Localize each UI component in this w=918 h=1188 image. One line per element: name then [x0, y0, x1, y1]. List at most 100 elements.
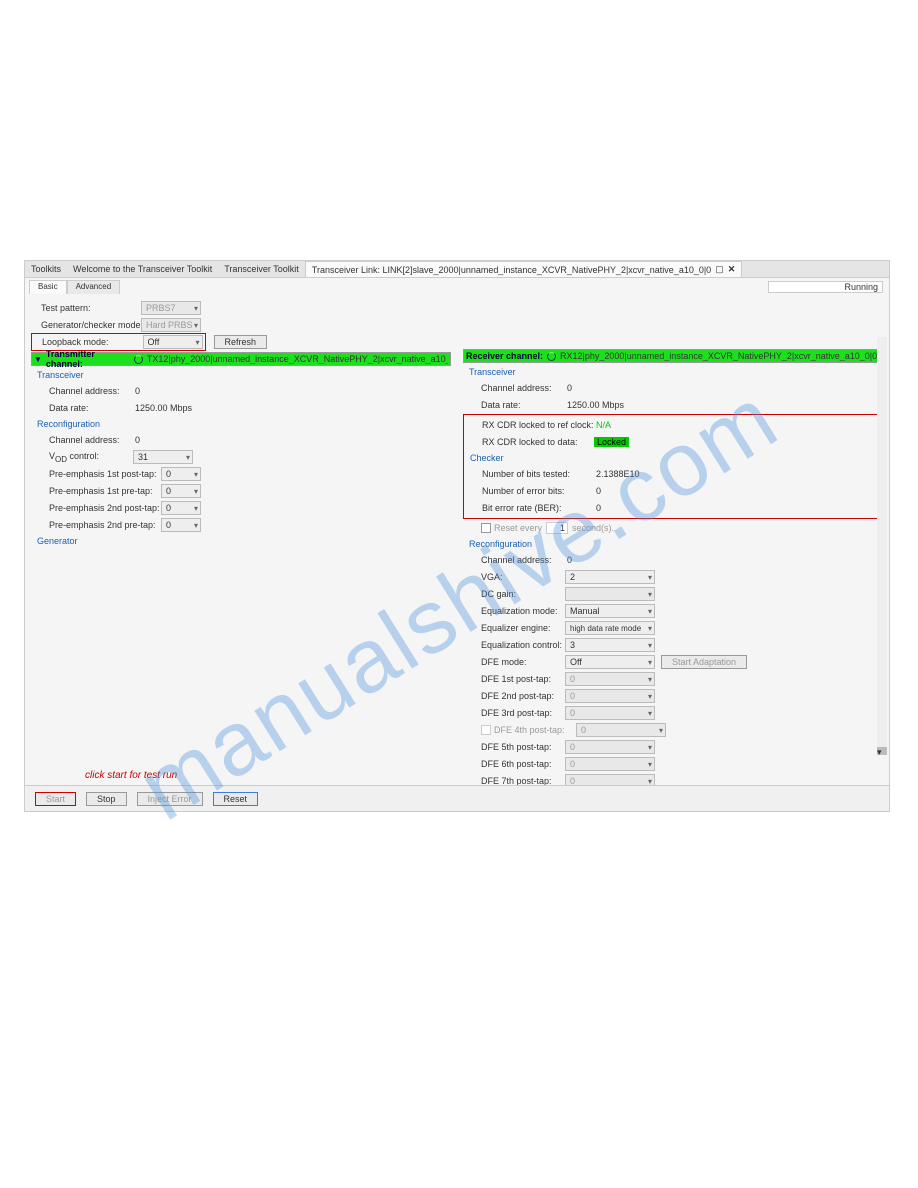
vod-select[interactable]: 31	[133, 450, 193, 464]
pre1p-select[interactable]: 0	[161, 467, 201, 481]
subtab-advanced[interactable]: Advanced	[67, 280, 121, 294]
bottom-toolbar: Start Stop Inject Error Reset	[25, 785, 889, 811]
rx-ch-addr-value: 0	[565, 383, 572, 393]
dfe3-select: 0	[565, 706, 655, 720]
rx-header-label: Receiver channel:	[466, 351, 543, 361]
eqctrl-label: Equalization control:	[463, 640, 565, 650]
dfe1-label: DFE 1st post-tap:	[463, 674, 565, 684]
collapse-icon[interactable]: ▼	[34, 355, 42, 364]
dfe4-label: DFE 4th post-tap:	[494, 725, 576, 735]
reset-every-unit: second(s).	[572, 523, 614, 533]
eqeng-label: Equalizer engine:	[463, 623, 565, 633]
err-bits-value: 0	[594, 486, 601, 496]
sub-tab-row: Basic Advanced	[29, 280, 885, 294]
eqeng-select[interactable]: high data rate mode	[565, 621, 655, 635]
dfe6-label: DFE 6th post-tap:	[463, 759, 565, 769]
cdr-data-label: RX CDR locked to data:	[464, 437, 594, 447]
loopback-mode-select[interactable]: Off	[143, 335, 203, 349]
transmitter-channel-header[interactable]: ▼ Transmitter channel: TX12|phy_2000|unn…	[31, 352, 451, 366]
rx-data-rate-label: Data rate:	[463, 400, 565, 410]
tx-ch-addr-value: 0	[133, 386, 140, 396]
tx-data-rate-value: 1250.00 Mbps	[133, 403, 192, 413]
cdr-data-value: Locked	[594, 437, 629, 447]
generator-mode-select: Hard PRBS	[141, 318, 201, 332]
pre2-select[interactable]: 0	[161, 518, 201, 532]
scrollbar-thumb[interactable]: ▾	[877, 747, 887, 755]
rx-reconfig-section: Reconfiguration	[463, 537, 883, 551]
dfe4-select: 0	[576, 723, 666, 737]
rx-data-rate-value: 1250.00 Mbps	[565, 400, 624, 410]
dfe3-label: DFE 3rd post-tap:	[463, 708, 565, 718]
ber-value: 0	[594, 503, 601, 513]
cdr-ref-label: RX CDR locked to ref clock:	[464, 420, 594, 430]
tx-ch-addr-label: Channel address:	[31, 386, 133, 396]
pre2p-select[interactable]: 0	[161, 501, 201, 515]
dfe5-select: 0	[565, 740, 655, 754]
tx-transceiver-section: Transceiver	[31, 368, 451, 382]
dfe5-label: DFE 5th post-tap:	[463, 742, 565, 752]
dfemode-label: DFE mode:	[463, 657, 565, 667]
tab-detach-icon[interactable]: ▢	[715, 264, 724, 275]
transceiver-toolkit-window: Toolkits Welcome to the Transceiver Tool…	[24, 260, 890, 812]
tx-generator-section: Generator	[31, 534, 451, 548]
start-button[interactable]: Start	[35, 792, 76, 806]
reset-every-input[interactable]: 1	[546, 522, 568, 534]
reset-every-checkbox[interactable]	[481, 523, 491, 533]
eqmode-select[interactable]: Manual	[565, 604, 655, 618]
tx-header-label: Transmitter channel:	[46, 349, 130, 369]
tab-transceiver-link[interactable]: Transceiver Link: LINK[2]slave_2000|unna…	[305, 261, 742, 277]
dfe4-checkbox	[481, 725, 491, 735]
content-area: Test pattern: PRBS7 Generator/checker mo…	[25, 299, 889, 783]
start-adaptation-button: Start Adaptation	[661, 655, 747, 669]
vga-select[interactable]: 2	[565, 570, 655, 584]
pre1-select[interactable]: 0	[161, 484, 201, 498]
annotation-text: click start for test run	[85, 770, 177, 781]
subtab-basic[interactable]: Basic	[29, 280, 67, 294]
scrollbar[interactable]: ▾	[877, 337, 887, 755]
right-column: Receiver channel: RX12|phy_2000|unnamed_…	[457, 299, 889, 783]
stop-button[interactable]: Stop	[86, 792, 127, 806]
dcgain-label: DC gain:	[463, 589, 565, 599]
test-pattern-select: PRBS7	[141, 301, 201, 315]
tx-reconfig-section: Reconfiguration	[31, 417, 451, 431]
loopback-mode-label: Loopback mode:	[42, 337, 140, 347]
tx-rc-ch-addr-value: 0	[133, 435, 140, 445]
rx-checker-section: Checker	[464, 451, 882, 465]
rx-ch-addr-label: Channel address:	[463, 383, 565, 393]
left-column: Test pattern: PRBS7 Generator/checker mo…	[25, 299, 457, 783]
refresh-button[interactable]: Refresh	[214, 335, 268, 349]
receiver-channel-header[interactable]: Receiver channel: RX12|phy_2000|unnamed_…	[463, 349, 883, 363]
pre2p-label: Pre-emphasis 2nd post-tap:	[31, 503, 161, 513]
reset-button[interactable]: Reset	[213, 792, 259, 806]
dfe6-select: 0	[565, 757, 655, 771]
reset-every-label: Reset every	[494, 523, 542, 533]
inject-error-button: Inject Error	[137, 792, 203, 806]
eqctrl-select[interactable]: 3	[565, 638, 655, 652]
status-spinner-icon	[547, 352, 556, 361]
dcgain-select	[565, 587, 655, 601]
dfe1-select: 0	[565, 672, 655, 686]
err-bits-label: Number of error bits:	[464, 486, 594, 496]
vga-label: VGA:	[463, 572, 565, 582]
tab-toolkits[interactable]: Toolkits	[25, 261, 67, 277]
tab-transceiver-toolkit[interactable]: Transceiver Toolkit	[218, 261, 305, 277]
dfe2-select: 0	[565, 689, 655, 703]
generator-mode-label: Generator/checker mode:	[31, 320, 141, 330]
vod-label: VOD control:	[31, 451, 133, 464]
rx-rc-ch-addr-label: Channel address:	[463, 555, 565, 565]
dfemode-select[interactable]: Off	[565, 655, 655, 669]
pre1p-label: Pre-emphasis 1st post-tap:	[31, 469, 161, 479]
main-tab-row: Toolkits Welcome to the Transceiver Tool…	[25, 261, 889, 278]
rx-path: RX12|phy_2000|unnamed_instance_XCVR_Nati…	[560, 351, 877, 361]
rx-lock-checker-group: RX CDR locked to ref clock: N/A RX CDR l…	[463, 414, 883, 519]
tab-link-label: Transceiver Link: LINK[2]slave_2000|unna…	[312, 265, 711, 275]
tab-welcome[interactable]: Welcome to the Transceiver Toolkit	[67, 261, 218, 277]
tx-data-rate-label: Data rate:	[31, 403, 133, 413]
tx-rc-ch-addr-label: Channel address:	[31, 435, 133, 445]
bits-tested-label: Number of bits tested:	[464, 469, 594, 479]
rx-transceiver-section: Transceiver	[463, 365, 883, 379]
tab-close-icon[interactable]: ✕	[728, 264, 736, 275]
rx-rc-ch-addr-value: 0	[565, 555, 572, 565]
ber-label: Bit error rate (BER):	[464, 503, 594, 513]
tx-path: TX12|phy_2000|unnamed_instance_XCVR_Nati…	[147, 354, 448, 364]
